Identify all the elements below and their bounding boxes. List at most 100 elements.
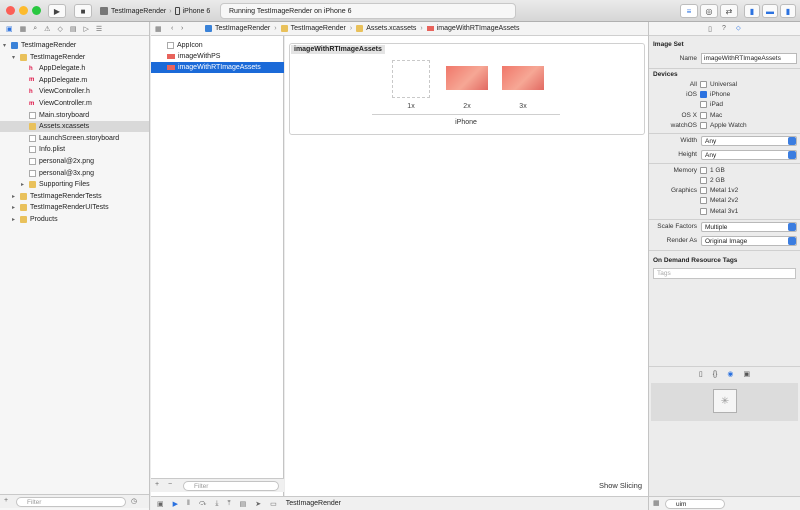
code-snippet-icon[interactable]: {}	[713, 371, 718, 378]
asset-item[interactable]: imageWithRTImageAssets	[151, 62, 284, 73]
apple-watch-checkbox[interactable]	[700, 122, 707, 129]
view-debugger-icon[interactable]: ▤	[240, 500, 247, 508]
name-field[interactable]: imageWithRTImageAssets	[701, 53, 797, 64]
report-icon[interactable]: ☰	[96, 25, 102, 33]
media-library-item[interactable]: ✳	[651, 383, 798, 421]
minimize-window-button[interactable]	[19, 6, 28, 15]
breadcrumb-item[interactable]: TestImageRender	[291, 25, 346, 32]
test-icon[interactable]: ◇	[57, 25, 62, 33]
file-template-icon[interactable]: ▯	[699, 370, 703, 378]
scale-factors-popup[interactable]: Multiple	[701, 222, 797, 232]
folder-icon[interactable]: ▣	[6, 25, 13, 33]
navigator-item[interactable]: personal@2x.png	[0, 156, 149, 167]
version-editor-button[interactable]: ⇄	[720, 4, 738, 18]
media-library-icon[interactable]: ▣	[744, 370, 751, 378]
slot-2x-image[interactable]	[446, 66, 488, 90]
navigator-item[interactable]: h AppDelegate.h	[0, 63, 149, 74]
popup-arrow-icon	[788, 137, 796, 145]
object-library-icon[interactable]: ◉	[727, 370, 733, 378]
iphone-checkbox[interactable]	[700, 91, 707, 98]
grid-view-icon[interactable]: ▦	[653, 499, 660, 507]
zoom-window-button[interactable]	[32, 6, 41, 15]
symbol-icon[interactable]: ▦	[20, 25, 27, 33]
standard-editor-button[interactable]: ≡	[680, 4, 698, 18]
location-icon[interactable]: ➤	[255, 500, 261, 508]
hide-debug-area-icon[interactable]: ▣	[157, 500, 164, 508]
navigator-item[interactable]: ▸ Supporting Files	[0, 179, 149, 190]
disclosure-open-icon[interactable]: ▾	[12, 54, 19, 61]
disclosure-closed-icon[interactable]: ▸	[21, 181, 28, 188]
step-out-icon[interactable]: ⤒	[228, 500, 231, 508]
library-search-value: uim	[676, 500, 687, 508]
navigator-item[interactable]: ▾ TestImageRender	[0, 40, 149, 51]
pause-icon[interactable]: ‖	[187, 500, 190, 507]
navigator-item[interactable]: LaunchScreen.storyboard	[0, 133, 149, 144]
navigator-item[interactable]: ▸ Products	[0, 214, 149, 225]
osx-label: OS X	[681, 112, 697, 119]
navigator-item[interactable]: m AppDelegate.m	[0, 75, 149, 86]
debug-icon[interactable]: ▤	[70, 25, 77, 33]
breakpoint-icon[interactable]: ▷	[83, 25, 88, 33]
navigator-item[interactable]: h ViewController.h	[0, 86, 149, 97]
breadcrumb-item[interactable]: TestImageRender	[215, 25, 270, 32]
show-slicing-button[interactable]: Show Slicing	[599, 481, 642, 490]
run-button[interactable]: ▶	[48, 4, 66, 18]
slot-3x-image[interactable]	[502, 66, 544, 90]
quick-help-icon[interactable]: ?	[722, 25, 726, 32]
back-arrow-icon[interactable]: ‹	[171, 25, 181, 32]
navigator-item[interactable]: ▸ TestImageRenderUITests	[0, 202, 149, 213]
warning-icon[interactable]: ⚠	[44, 25, 50, 33]
step-over-icon[interactable]: ⤼	[199, 500, 206, 508]
attributes-inspector-icon[interactable]: ⬦	[736, 25, 741, 33]
add-asset-button[interactable]: +	[155, 481, 159, 488]
breakpoints-toggle-icon[interactable]: ▶	[173, 500, 178, 508]
navigator-item[interactable]: Main.storyboard	[0, 110, 149, 121]
navigator-item[interactable]: personal@3x.png	[0, 168, 149, 179]
navigator-item[interactable]: ▾ TestImageRender	[0, 52, 149, 63]
ipad-checkbox[interactable]	[700, 101, 707, 108]
navigator-item[interactable]: Assets.xcassets	[0, 121, 149, 133]
step-in-icon[interactable]: ⤓	[215, 500, 218, 508]
disclosure-open-icon[interactable]: ▾	[3, 42, 10, 49]
asset-filter-input[interactable]: Filter	[183, 481, 279, 491]
forward-arrow-icon[interactable]: ›	[181, 25, 191, 32]
toggle-debug-button[interactable]: ▬	[762, 4, 778, 18]
metal-1v2-checkbox[interactable]	[700, 187, 707, 194]
close-window-button[interactable]	[6, 6, 15, 15]
disclosure-closed-icon[interactable]: ▸	[12, 204, 19, 211]
breadcrumb-item[interactable]: Assets.xcassets	[366, 25, 416, 32]
width-popup[interactable]: Any	[701, 136, 797, 146]
recent-files-icon[interactable]: ◷	[131, 497, 137, 505]
disclosure-closed-icon[interactable]: ▸	[12, 216, 19, 223]
navigator-filter-input[interactable]: Filter	[16, 497, 126, 507]
navigator-item[interactable]: m ViewController.m	[0, 98, 149, 109]
asset-item[interactable]: imageWithPS	[151, 51, 284, 62]
memory-2gb-checkbox[interactable]	[700, 177, 707, 184]
navigator-item[interactable]: ▸ TestImageRenderTests	[0, 191, 149, 202]
stop-button[interactable]: ■	[74, 4, 92, 18]
search-icon[interactable]: ⌕	[33, 25, 37, 33]
metal-2v2-checkbox[interactable]	[700, 197, 707, 204]
add-icon[interactable]: +	[4, 497, 8, 504]
metal-3v1-checkbox[interactable]	[700, 208, 707, 215]
render-as-popup[interactable]: Original Image	[701, 236, 797, 246]
memory-1gb-checkbox[interactable]	[700, 167, 707, 174]
disclosure-closed-icon[interactable]: ▸	[12, 193, 19, 200]
navigator-item[interactable]: Info.plist	[0, 144, 149, 155]
slot-1x-well[interactable]	[392, 60, 430, 98]
height-popup[interactable]: Any	[701, 150, 797, 160]
asset-item[interactable]: AppIcon	[151, 40, 284, 51]
breadcrumb-item[interactable]: imageWithRTImageAssets	[437, 25, 520, 32]
grid-icon[interactable]: ▦	[155, 25, 165, 33]
toggle-navigator-button[interactable]: ▮	[744, 4, 760, 18]
library-search-input[interactable]: uim	[665, 499, 725, 509]
scheme-selector[interactable]: TestImageRender › iPhone 6	[100, 4, 210, 18]
toggle-utilities-button[interactable]: ▮	[780, 4, 796, 18]
remove-asset-button[interactable]: −	[168, 481, 172, 488]
watchos-label: watchOS	[670, 122, 697, 129]
universal-checkbox[interactable]	[700, 81, 707, 88]
assistant-editor-button[interactable]: ◎	[700, 4, 718, 18]
mac-checkbox[interactable]	[700, 112, 707, 119]
file-inspector-icon[interactable]: ▯	[708, 25, 712, 33]
tags-field[interactable]: Tags	[653, 268, 796, 279]
